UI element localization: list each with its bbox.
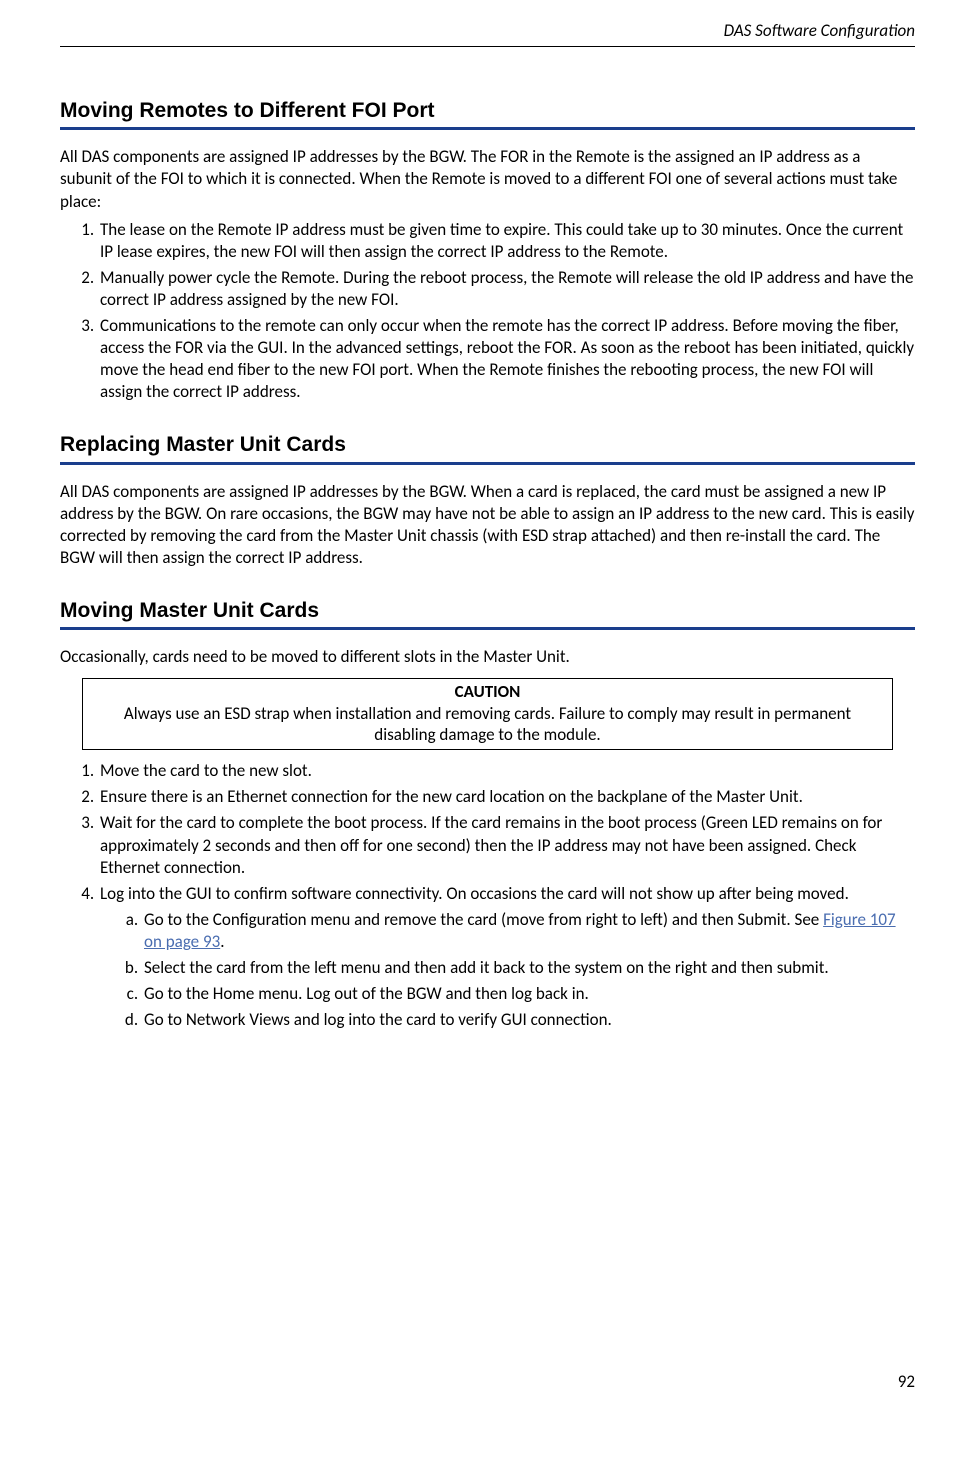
list-item: Log into the GUI to confirm software con… — [98, 883, 915, 1032]
list-item: Go to the Configuration menu and remove … — [142, 909, 915, 953]
heading-moving-remotes: Moving Remotes to Different FOI Port — [60, 97, 915, 130]
heading-moving-cards: Moving Master Unit Cards — [60, 597, 915, 630]
section3-sublist: Go to the Configuration menu and remove … — [100, 909, 915, 1031]
list-item: Manually power cycle the Remote. During … — [98, 267, 915, 311]
heading-replacing-cards: Replacing Master Unit Cards — [60, 431, 915, 464]
list-item: Ensure there is an Ethernet connection f… — [98, 786, 915, 808]
list-item: Select the card from the left menu and t… — [142, 957, 915, 979]
list-item-text: Go to the Configuration menu and remove … — [144, 909, 823, 930]
page-header: DAS Software Configuration — [60, 20, 915, 47]
list-item-text: Log into the GUI to confirm software con… — [100, 883, 849, 904]
caution-text: Always use an ESD strap when installatio… — [124, 703, 851, 745]
section1-intro: All DAS components are assigned IP addre… — [60, 146, 915, 212]
list-item: Go to the Home menu. Log out of the BGW … — [142, 983, 915, 1005]
section3-list: Move the card to the new slot. Ensure th… — [60, 760, 915, 1031]
section2-para: All DAS components are assigned IP addre… — [60, 481, 915, 569]
list-item: Go to Network Views and log into the car… — [142, 1009, 915, 1031]
caution-box: CAUTION Always use an ESD strap when ins… — [82, 678, 893, 750]
caution-label: CAUTION — [101, 681, 874, 702]
page-number: 92 — [60, 1371, 915, 1393]
list-item: Move the card to the new slot. — [98, 760, 915, 782]
list-item-text: . — [220, 931, 224, 952]
list-item: Communications to the remote can only oc… — [98, 315, 915, 403]
section3-intro: Occasionally, cards need to be moved to … — [60, 646, 915, 668]
list-item: The lease on the Remote IP address must … — [98, 219, 915, 263]
list-item: Wait for the card to complete the boot p… — [98, 812, 915, 878]
section1-list: The lease on the Remote IP address must … — [60, 219, 915, 404]
